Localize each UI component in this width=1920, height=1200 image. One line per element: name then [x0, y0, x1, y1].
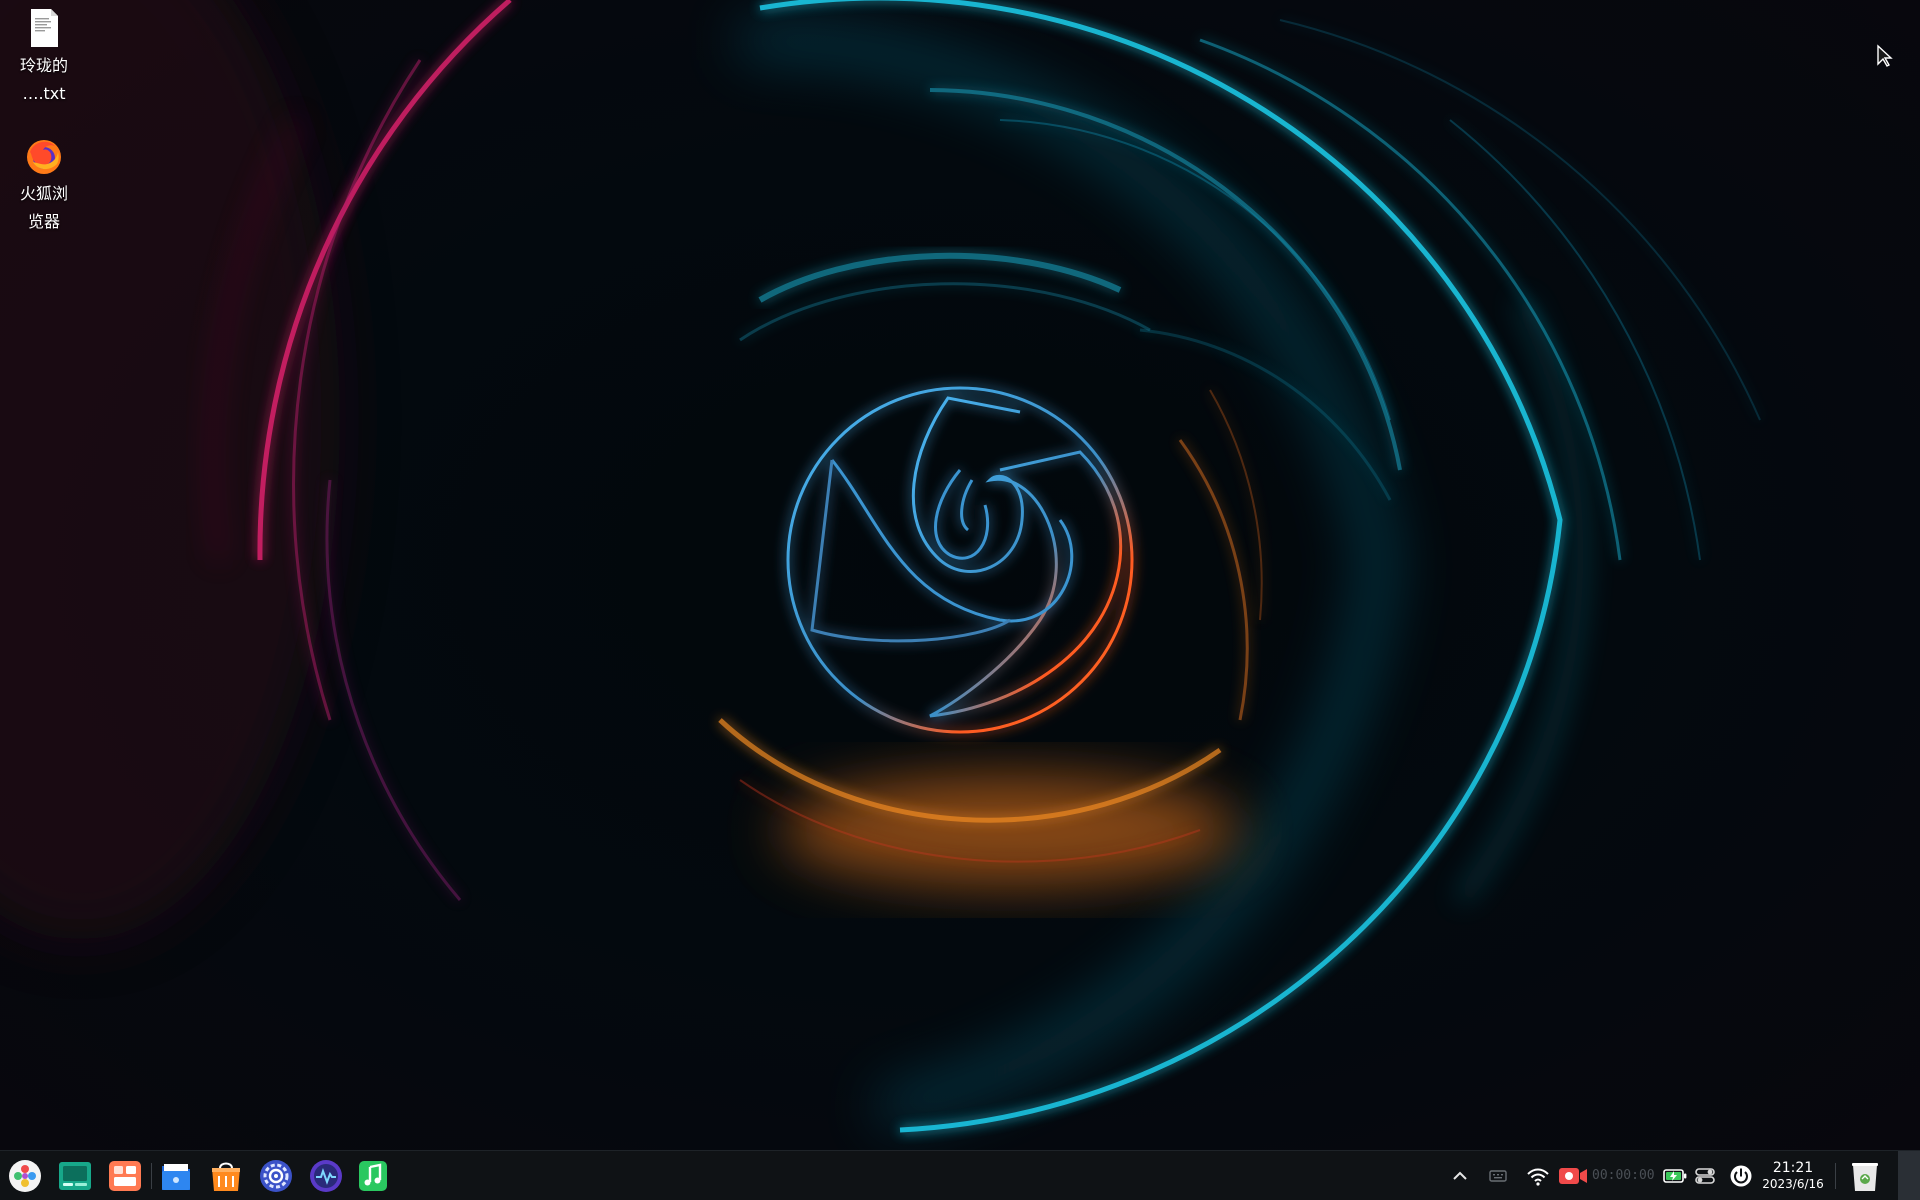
control-center-icon[interactable] [258, 1158, 294, 1194]
wifi-icon[interactable] [1525, 1164, 1551, 1188]
firefox-icon [27, 140, 61, 174]
music-icon[interactable] [356, 1158, 392, 1194]
text-file-icon [31, 9, 58, 47]
toggles-icon[interactable] [1694, 1164, 1718, 1188]
system-monitor-icon[interactable] [308, 1158, 344, 1194]
desktop-file-label-line2: ….txt [22, 84, 66, 103]
trash-icon[interactable] [1847, 1158, 1883, 1194]
keyboard-icon[interactable] [1487, 1164, 1509, 1188]
taskbar-separator [151, 1163, 152, 1189]
taskbar-separator [1835, 1163, 1836, 1189]
launcher-icon[interactable] [7, 1158, 43, 1194]
battery-charging-icon[interactable] [1662, 1164, 1688, 1188]
wallpaper [0, 0, 1920, 1200]
workspace-icon[interactable] [107, 1158, 143, 1194]
desktop-firefox[interactable]: 火狐浏 览器 [6, 138, 82, 236]
desktop-file-label-line1: 玲珑的 [19, 56, 68, 75]
desktop-firefox-label-line2: 览器 [27, 212, 60, 231]
power-icon[interactable] [1728, 1164, 1754, 1188]
desktop[interactable]: 玲珑的 ….txt 火狐浏 览器 00:00:00 21:21 2023/6/1… [0, 0, 1920, 1200]
desktop-file-txt[interactable]: 玲珑的 ….txt [6, 8, 82, 108]
chevron-up-icon[interactable] [1449, 1164, 1471, 1188]
clock-date[interactable]: 2023/6/16 [1756, 1177, 1830, 1191]
multitask-view-icon[interactable] [57, 1158, 93, 1194]
file-manager-icon[interactable] [158, 1158, 194, 1194]
show-desktop-button[interactable] [1898, 1151, 1920, 1200]
app-store-icon[interactable] [208, 1158, 244, 1194]
mouse-cursor-icon [1877, 44, 1893, 67]
taskbar: 00:00:00 21:21 2023/6/16 [0, 1150, 1920, 1200]
clock-time[interactable]: 21:21 [1762, 1160, 1824, 1176]
recording-timer: 00:00:00 [1592, 1168, 1655, 1183]
screen-recorder-icon[interactable] [1557, 1164, 1589, 1188]
desktop-firefox-label-line1: 火狐浏 [19, 184, 68, 203]
